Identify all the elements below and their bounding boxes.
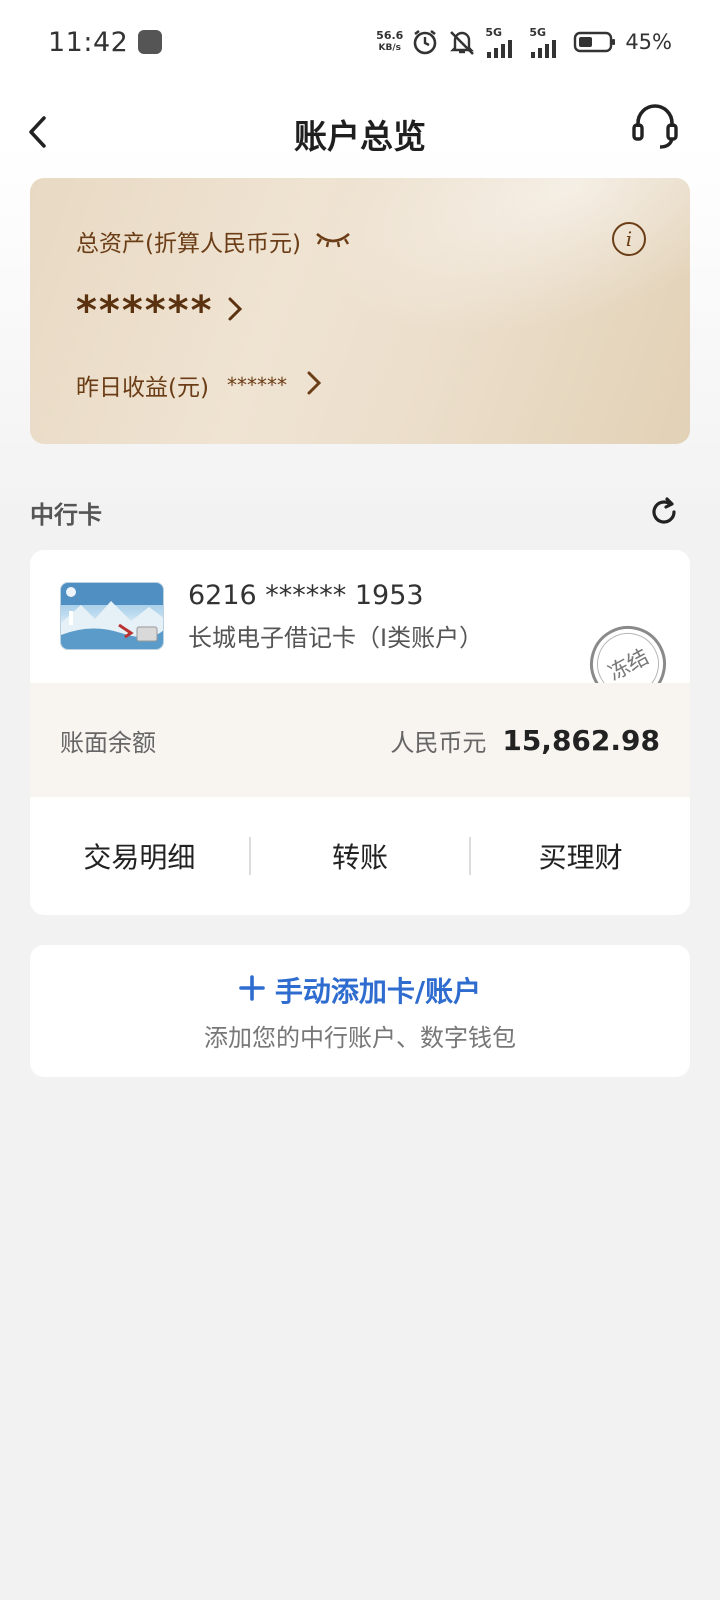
- plus-icon: [239, 974, 265, 1005]
- net-speed-unit: KB/s: [378, 43, 401, 53]
- card-type: 长城电子借记卡（I类账户）: [188, 624, 484, 652]
- alarm-icon: [411, 28, 439, 56]
- app-header: 账户总览: [0, 84, 720, 184]
- info-button[interactable]: i: [612, 222, 646, 256]
- page-title: 账户总览: [294, 117, 426, 156]
- signal-icon: 5G: [485, 27, 521, 58]
- battery-icon: [573, 30, 617, 54]
- signal-2-label: 5G: [529, 25, 546, 39]
- chevron-right-icon: [305, 369, 323, 401]
- headset-icon: [630, 101, 680, 155]
- battery-percent: 45%: [625, 30, 672, 54]
- net-speed-value: 56.6: [376, 29, 404, 42]
- total-assets-label: 总资产(折算人民币元): [76, 231, 301, 257]
- asset-label-row: 总资产(折算人民币元): [76, 224, 351, 258]
- balance-amount: 15,862.98: [502, 723, 660, 757]
- signal-1-label: 5G: [485, 25, 502, 39]
- section-title: 中行卡: [30, 500, 102, 529]
- refresh-button[interactable]: [644, 492, 684, 532]
- total-assets-row[interactable]: ******: [76, 288, 244, 334]
- boc-card-section-header: 中行卡: [30, 488, 690, 536]
- chevron-left-icon: [26, 114, 50, 154]
- account-card[interactable]: 6216 ****** 1953 长城电子借记卡（I类账户） 冻结 账面余额 人…: [30, 550, 690, 915]
- balance-label: 账面余额: [60, 728, 156, 757]
- add-title-row: 手动添加卡/账户: [239, 970, 481, 1010]
- total-assets-card: 总资产(折算人民币元) i ****** 昨日收益(元) ******: [30, 178, 690, 444]
- back-button[interactable]: [26, 104, 66, 164]
- add-account-title: 手动添加卡/账户: [274, 974, 482, 1008]
- transaction-details-button[interactable]: 交易明细: [30, 836, 249, 876]
- transfer-button[interactable]: 转账: [251, 836, 470, 876]
- signal-icon: 5G: [529, 27, 565, 58]
- bank-card-image: [60, 582, 164, 650]
- balance-right: 人民币元 15,862.98: [390, 723, 660, 758]
- balance-row: 账面余额 人民币元 15,862.98: [30, 683, 690, 797]
- status-bar: 11:42 56.6 KB/s 5G 5G 45%: [0, 0, 720, 84]
- status-time: 11:42: [48, 26, 129, 58]
- add-account-subtitle: 添加您的中行账户、数字钱包: [204, 1023, 516, 1052]
- status-left: 11:42: [48, 26, 163, 58]
- buy-wealth-product-button[interactable]: 买理财: [471, 836, 690, 876]
- net-speed: 56.6 KB/s: [376, 30, 403, 54]
- balance-currency: 人民币元: [390, 728, 487, 757]
- refresh-icon: [652, 497, 676, 524]
- status-right: 56.6 KB/s 5G 5G 45%: [376, 27, 672, 58]
- total-assets-value: ******: [76, 288, 214, 334]
- chevron-right-icon: [226, 295, 244, 327]
- eye-closed-icon[interactable]: [315, 228, 351, 254]
- yesterday-earnings-row[interactable]: 昨日收益(元) ******: [76, 368, 323, 402]
- yesterday-earnings-value: ******: [226, 373, 287, 397]
- mute-icon: [447, 28, 477, 56]
- yesterday-earnings-label: 昨日收益(元): [76, 375, 209, 401]
- app-icon: [138, 30, 163, 54]
- frozen-stamp-text: 冻结: [604, 644, 653, 686]
- add-account-card[interactable]: 手动添加卡/账户 添加您的中行账户、数字钱包: [30, 945, 690, 1077]
- account-actions: 交易明细 转账 买理财: [30, 797, 690, 915]
- card-number: 6216 ****** 1953: [188, 580, 424, 611]
- customer-service-button[interactable]: [628, 98, 682, 158]
